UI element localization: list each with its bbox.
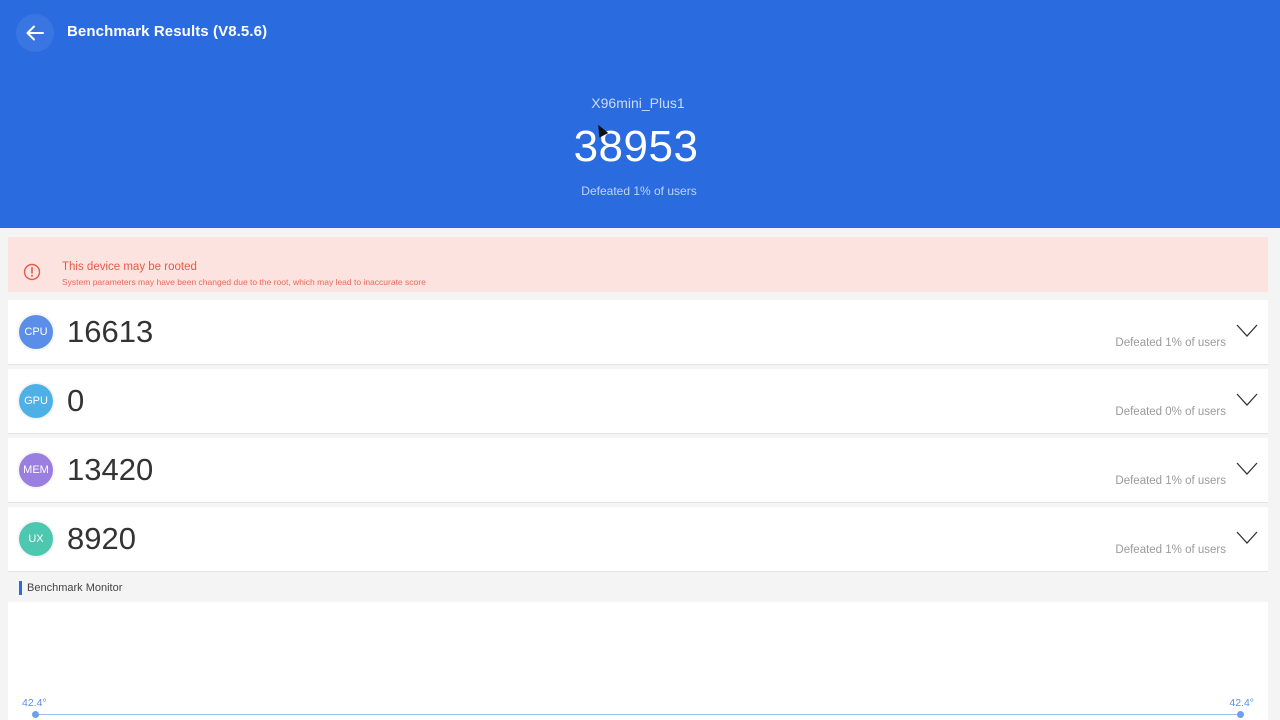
gpu-score: 0 [67, 383, 85, 418]
temp-end-point [1237, 711, 1244, 718]
score-card-gpu[interactable]: GPU 0 Defeated 0% of users [8, 369, 1268, 434]
chevron-down-icon[interactable] [1236, 462, 1258, 476]
device-name: X96mini_Plus1 [591, 95, 685, 111]
score-card-mem[interactable]: MEM 13420 Defeated 1% of users [8, 438, 1268, 503]
chevron-down-icon[interactable] [1236, 324, 1258, 338]
score-card-cpu[interactable]: CPU 16613 Defeated 1% of users [8, 300, 1268, 365]
page-title: Benchmark Results (V8.5.6) [67, 23, 268, 40]
back-button[interactable] [16, 14, 54, 52]
chevron-down-icon[interactable] [1236, 393, 1258, 407]
cpu-defeated-text: Defeated 1% of users [1115, 337, 1226, 349]
benchmark-monitor-section: Benchmark Monitor 42.4° 42.4° [8, 568, 1268, 720]
ux-defeated-text: Defeated 1% of users [1115, 544, 1226, 556]
total-score: 38953 [573, 122, 699, 171]
gpu-badge: GPU [19, 384, 53, 418]
results-content: This device may be rooted System paramet… [8, 228, 1268, 720]
mem-badge: MEM [19, 453, 53, 487]
temperature-line [36, 714, 1240, 715]
mem-defeated-text: Defeated 1% of users [1115, 475, 1226, 487]
temp-start-point [32, 711, 39, 718]
header-banner: Benchmark Results (V8.5.6) X96mini_Plus1… [0, 0, 1280, 228]
alert-circle-icon [23, 263, 41, 281]
ux-score: 8920 [67, 521, 136, 556]
monitor-title: Benchmark Monitor [27, 582, 123, 594]
section-accent-bar [19, 581, 22, 595]
cpu-score: 16613 [67, 314, 154, 349]
root-warning-banner: This device may be rooted System paramet… [8, 237, 1268, 292]
temperature-chart: 42.4° 42.4° [8, 602, 1268, 720]
cpu-badge: CPU [19, 315, 53, 349]
total-defeated-text: Defeated 1% of users [581, 184, 697, 198]
score-card-ux[interactable]: UX 8920 Defeated 1% of users [8, 507, 1268, 572]
warning-description: System parameters may have been changed … [62, 277, 426, 287]
temp-start-label: 42.4° [22, 697, 47, 709]
gpu-defeated-text: Defeated 0% of users [1115, 406, 1226, 418]
warning-title: This device may be rooted [62, 261, 197, 273]
chevron-down-icon[interactable] [1236, 531, 1258, 545]
mem-score: 13420 [67, 452, 154, 487]
temp-end-label: 42.4° [1229, 697, 1254, 709]
arrow-left-icon [26, 25, 44, 41]
ux-badge: UX [19, 522, 53, 556]
